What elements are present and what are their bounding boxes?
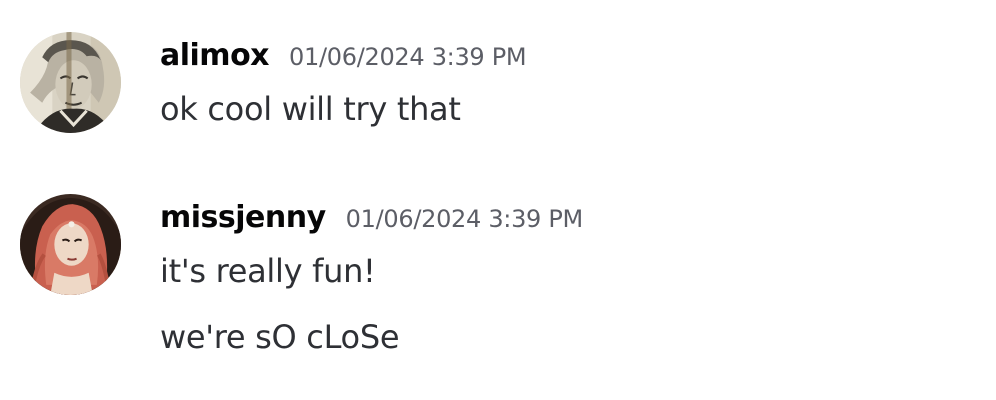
username[interactable]: missjenny	[160, 200, 326, 235]
username[interactable]: alimox	[160, 38, 270, 73]
avatar-missjenny[interactable]	[20, 194, 121, 295]
avatar-alimox[interactable]	[20, 32, 121, 133]
sketch-portrait-avatar-icon	[20, 32, 121, 133]
message-text: it's really fun!	[160, 252, 376, 290]
message-header: alimox 01/06/2024 3:39 PM	[160, 38, 527, 73]
red-haired-illustration-avatar-icon	[20, 194, 121, 295]
message-text: ok cool will try that	[160, 90, 461, 128]
timestamp: 01/06/2024 3:39 PM	[289, 43, 527, 71]
timestamp: 01/06/2024 3:39 PM	[345, 205, 584, 233]
message-header: missjenny 01/06/2024 3:39 PM	[160, 200, 583, 235]
message-text: we're sO cLoSe	[160, 318, 400, 356]
